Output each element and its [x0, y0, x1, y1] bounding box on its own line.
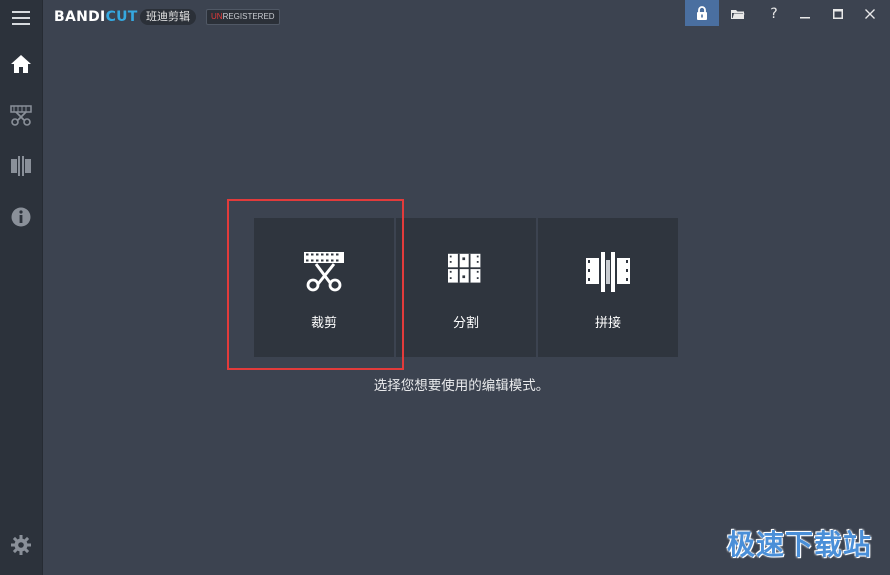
nav-info[interactable] — [0, 199, 42, 235]
open-folder-button[interactable] — [722, 2, 754, 26]
info-icon — [11, 207, 31, 227]
minimize-icon — [800, 17, 810, 19]
menu-icon — [12, 11, 30, 25]
mode-prompt: 选择您想要使用的编辑模式。 — [373, 378, 550, 394]
nav-cut[interactable] — [0, 97, 42, 133]
mode-label-join: 拼接 — [594, 316, 621, 331]
app-logo: BANDI CUT — [54, 7, 138, 27]
help-button[interactable]: ? — [758, 2, 790, 26]
cut-icon — [10, 105, 32, 126]
settings-button[interactable] — [0, 527, 42, 563]
brand-name-part1: BANDI — [54, 9, 106, 25]
grid-split-icon — [448, 253, 481, 283]
folder-icon — [731, 9, 745, 19]
lock-icon — [697, 6, 707, 20]
selection-highlight — [227, 199, 404, 370]
home-icon — [11, 55, 31, 73]
registration-badge[interactable]: UNREGISTERED — [206, 9, 280, 25]
unreg-prefix: UN — [211, 12, 223, 21]
title-bar: BANDI CUT 班迪剪辑 UNREGISTERED ? — [43, 0, 890, 34]
nav-home[interactable] — [0, 46, 42, 82]
gear-icon — [11, 535, 31, 555]
mode-label-split: 分割 — [452, 316, 479, 331]
minimize-button[interactable] — [789, 2, 821, 26]
maximize-button[interactable] — [822, 2, 854, 26]
app-cn-name: 班迪剪辑 — [140, 9, 196, 25]
register-button[interactable] — [685, 0, 719, 26]
watermark: 极速下载站 — [726, 528, 872, 561]
join-icon — [11, 156, 31, 176]
sidebar — [0, 0, 43, 575]
nav-join[interactable] — [0, 148, 42, 184]
menu-button[interactable] — [0, 0, 42, 36]
mode-tile-join[interactable]: 拼接 — [538, 218, 678, 357]
brand-name-part2: CUT — [105, 9, 138, 25]
maximize-icon — [833, 9, 843, 19]
film-join-icon — [586, 252, 630, 292]
unreg-suffix: REGISTERED — [222, 12, 275, 21]
mode-tile-split[interactable]: 分割 — [396, 218, 536, 357]
help-icon: ? — [770, 6, 778, 22]
close-icon — [865, 9, 875, 19]
close-button[interactable] — [854, 2, 886, 26]
